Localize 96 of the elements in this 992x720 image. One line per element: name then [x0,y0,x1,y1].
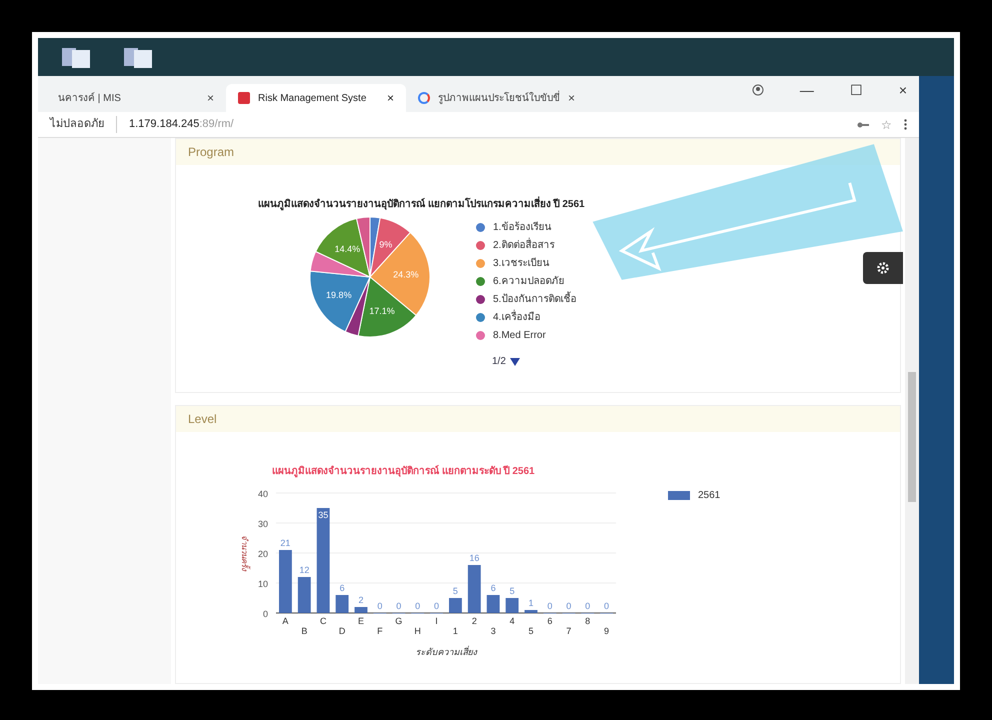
legend-item[interactable]: 3.เวชระเบียน [493,256,550,271]
bar [486,595,500,613]
document-icon[interactable] [62,46,92,68]
bar-value-label: 12 [299,565,310,575]
axis-tick: 20 [258,549,268,559]
close-button[interactable]: × [898,80,907,100]
bar [354,607,368,613]
axis-title: ระดับความเสี่ยง [416,647,476,657]
bar-value-label: 6 [340,583,345,593]
maximize-button[interactable]: ☐ [850,80,863,100]
axis-tick: H [414,626,421,636]
axis-tick: C [320,616,326,626]
axis-tick: 40 [258,489,268,499]
tab-close-button[interactable]: × [568,89,576,107]
bar-value-label: 2 [358,595,364,605]
legend-swatch [668,491,690,500]
next-page-icon[interactable] [510,358,520,366]
bar-value-label: 0 [547,601,552,611]
axis-tick: I [435,616,438,626]
settings-button[interactable] [863,252,903,284]
slice-label: 9% [379,240,392,250]
axis-tick: G [395,616,402,626]
menu-icon[interactable] [904,119,907,130]
axis-tick: 8 [585,616,590,626]
axis-tick: 3 [490,626,496,636]
axis-tick: A [282,616,288,626]
bar-value-label: 0 [585,601,590,611]
tab-close-button[interactable]: × [386,89,394,107]
axis-tick: 10 [258,579,268,589]
chart-title: แผนภูมิแสดงจำนวนรายงานอุบัติการณ์ แยกตามโปรแกรมความเสี่ยง ปี 2561 [258,197,603,212]
bar-value-label: 0 [396,601,402,611]
bar-value-label: 5 [452,586,458,596]
panel-header: Program [176,139,900,165]
legend-item[interactable]: 5.ป้องกันการติดเชื้อ [493,292,576,307]
bar-value-label: 0 [604,601,610,611]
profile-icon[interactable] [752,84,764,96]
bar [449,598,462,613]
axis-tick: B [301,626,308,636]
bar [279,550,292,613]
axis-tick: 30 [258,519,268,529]
scrollbar[interactable] [905,138,919,684]
security-label[interactable]: ไม่ปลอดภัย [50,116,104,133]
axis-tick: 9 [604,626,610,636]
axis-tick: D [338,626,346,636]
tab-title: นคารงค์ | MIS [58,91,121,106]
tab-title: รูปภาพแผนประโยชน์ใบขับขี่ [438,90,560,106]
address-field[interactable]: 1.179.184.245:89/rm/ [116,116,845,133]
axis-tick: 7 [566,626,572,636]
legend-item[interactable]: 8.Med Error [493,328,546,343]
settings-icon [877,262,889,274]
bar-value-label: 1 [528,598,534,608]
slice-label: 14.4% [334,244,360,254]
chart-title: แผนภูมิแสดงจำนวนรายงานอุบัติการณ์ แยกตามระดับ ปี 2561 [271,464,536,479]
bar-value-label: 0 [566,601,572,611]
bar-value-label: 5 [510,586,515,596]
tab-title: Risk Management Syste [258,92,366,106]
bar-value-label: 16 [469,553,480,563]
legend-item[interactable]: 1.ข้อร้องเรียน [493,220,552,235]
legend-page-label: 1/2 [492,355,506,369]
bar-value-label: 35 [318,510,328,520]
axis-tick: 6 [547,616,552,626]
bar-value-label: 0 [377,601,382,611]
bar-value-label: 0 [415,601,420,611]
legend-item[interactable]: 2.ติดต่อสื่อสาร [493,238,554,253]
axis-tick: 5 [528,626,534,636]
slice-label: 24.3% [393,269,419,280]
bookmark-star[interactable]: ☆ [881,116,892,134]
axis-tick: 2 [472,616,477,626]
minimize-button[interactable]: — [800,80,814,100]
bar [506,598,519,613]
panel-header: Level [176,406,900,432]
browser-tab[interactable]: นคารงค์ | MIS × [46,84,226,112]
axis-tick: 1 [452,626,458,636]
legend-item[interactable]: 6.ความปลอดภัย [493,274,564,289]
bar [298,577,311,613]
google-icon [418,92,430,104]
bar [468,565,481,613]
bar-value-label: 6 [490,583,496,593]
axis-tick: 0 [262,609,268,619]
slice-label: 19.8% [326,290,352,300]
bar [524,610,538,613]
bar-value-label: 21 [280,538,290,548]
slice-label: 17.1% [369,306,395,316]
bar-value-label: 0 [434,601,440,611]
document-icon[interactable] [124,46,154,68]
tab-close-button[interactable]: × [206,89,214,107]
bar [336,595,349,613]
axis-title: จำนวนครั้ง [240,535,249,571]
browser-tab[interactable]: รูปภาพแผนประโยชน์ใบขับขี่ × [406,84,586,112]
axis-tick: 4 [510,616,515,626]
browser-tab[interactable]: Risk Management Syste × [226,84,406,112]
legend-item[interactable]: 4.เครื่องมือ [493,310,540,325]
axis-tick: F [377,626,383,636]
axis-tick: E [358,616,364,626]
key-icon[interactable] [857,120,869,130]
legend-item[interactable]: 2561 [698,488,720,503]
